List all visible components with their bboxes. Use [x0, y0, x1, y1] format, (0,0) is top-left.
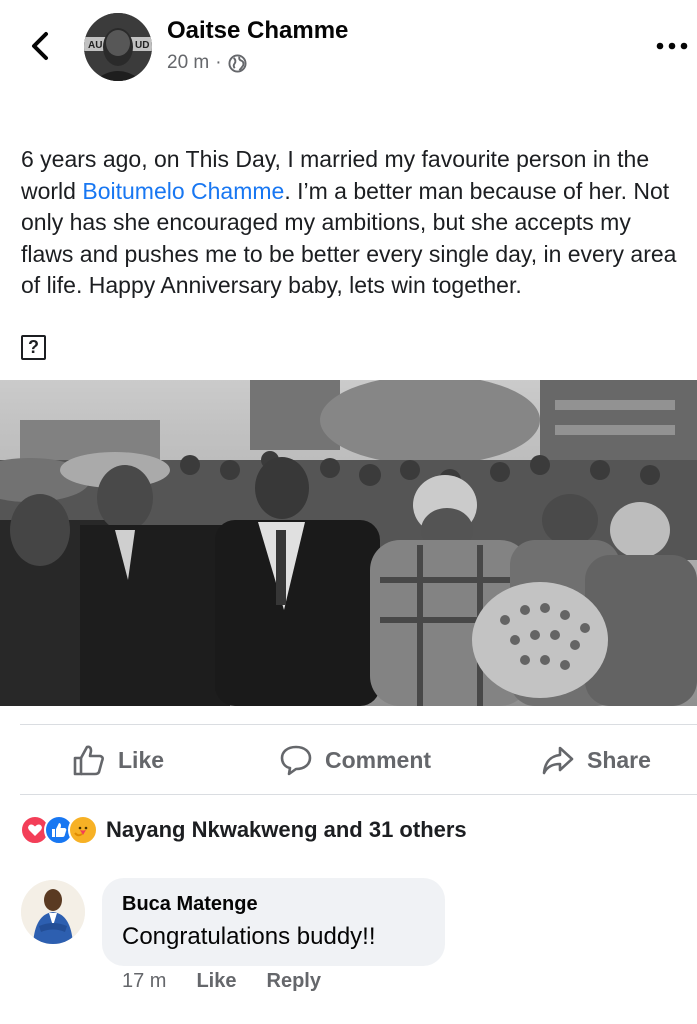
- comment-bubble-icon: [280, 745, 312, 776]
- author-photo: AU UD: [84, 13, 152, 81]
- comment-like-link[interactable]: Like: [196, 970, 236, 993]
- reactions-summary-text: Nayang Nkwakweng and 31 others: [106, 817, 467, 842]
- back-button[interactable]: [26, 28, 56, 64]
- commenter-photo: [21, 880, 85, 944]
- share-label: Share: [587, 746, 651, 773]
- commenter-avatar[interactable]: [21, 880, 85, 944]
- reactions-summary[interactable]: Nayang Nkwakweng and 31 others: [20, 813, 467, 847]
- meta-separator: ·: [215, 52, 222, 73]
- avatar-caption-left: AU: [88, 40, 102, 51]
- post-photo[interactable]: [0, 380, 697, 706]
- comment-button[interactable]: Comment: [279, 736, 431, 784]
- unsupported-emoji-glyph: ?: [21, 335, 46, 360]
- crowd-photo: [0, 380, 697, 706]
- post-page: AU UD Oaitse Chamme 20 m · 6 years ago, …: [0, 0, 697, 1024]
- share-button[interactable]: Share: [541, 736, 651, 784]
- comment-text: Congratulations buddy!!: [122, 923, 376, 950]
- author-avatar[interactable]: AU UD: [84, 13, 152, 81]
- comment-label: Comment: [325, 746, 432, 773]
- post-time[interactable]: 20 m: [167, 52, 209, 74]
- divider-bottom: [20, 794, 697, 795]
- comment-bubble[interactable]: Buca Matenge Congratulations buddy!!: [102, 878, 445, 966]
- tagged-person-link[interactable]: Boitumelo Chamme: [82, 178, 284, 204]
- author-name[interactable]: Oaitse Chamme: [167, 17, 348, 45]
- more-dots-icon: [656, 42, 688, 50]
- avatar-caption-right: UD: [135, 40, 149, 51]
- like-button[interactable]: Like: [72, 736, 164, 784]
- like-label: Like: [118, 746, 165, 773]
- commenter-name[interactable]: Buca Matenge: [122, 893, 258, 916]
- comment-reply-link[interactable]: Reply: [267, 970, 321, 993]
- post-body: 6 years ago, on This Day, I married my f…: [21, 144, 686, 302]
- share-arrow-icon: [542, 746, 574, 775]
- divider-top: [20, 724, 697, 725]
- comment-meta: 17 m Like Reply: [122, 970, 321, 993]
- care-reaction-icon: [68, 815, 98, 845]
- chevron-left-icon: [32, 32, 48, 60]
- comment-time: 17 m: [122, 970, 167, 992]
- post-actions: Like Comment Share: [0, 736, 697, 784]
- more-options-button[interactable]: [655, 36, 689, 56]
- thumbs-up-icon: [73, 745, 104, 776]
- post-meta: 20 m ·: [167, 52, 247, 74]
- post-header: AU UD Oaitse Chamme 20 m ·: [0, 0, 697, 100]
- globe-icon: [228, 53, 247, 73]
